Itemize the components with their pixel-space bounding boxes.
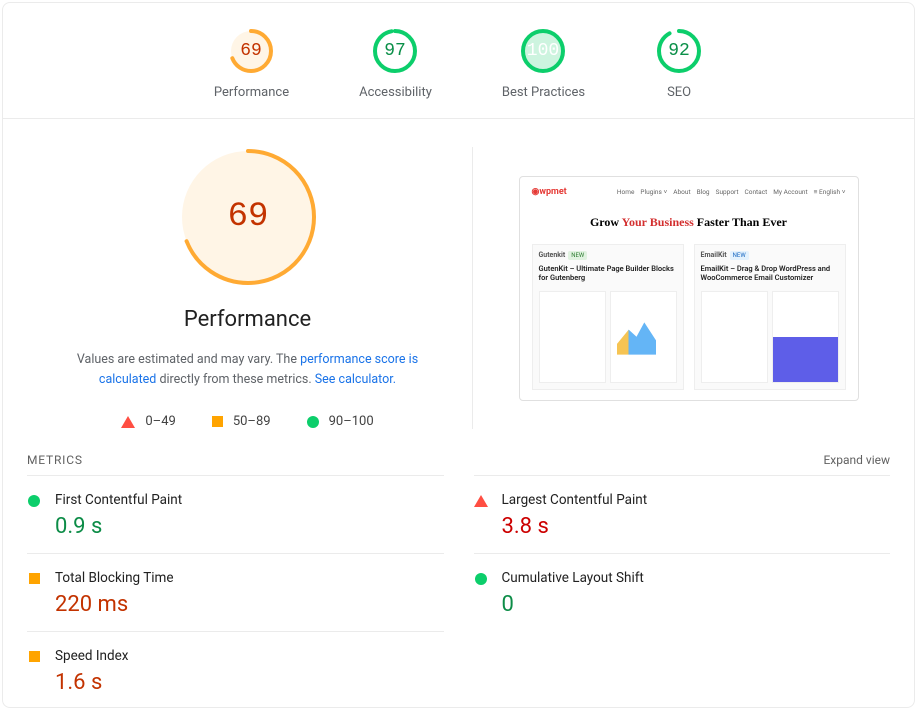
metric-total-blocking-time[interactable]: Total Blocking Time 220 ms bbox=[27, 553, 444, 631]
page-screenshot: ◉wpmet Home Plugins ˅ About Blog Support Cont… bbox=[519, 176, 859, 401]
ss-card: GutenkitNEW GutenKit – Ultimate Page Bui… bbox=[532, 244, 684, 390]
ss-logo: ◉wpmet bbox=[532, 187, 567, 197]
triangle-icon bbox=[121, 416, 135, 428]
ss-mini bbox=[610, 291, 677, 383]
legend-pass: 90–100 bbox=[307, 414, 374, 429]
page-screenshot-column: ◉wpmet Home Plugins ˅ About Blog Support Cont… bbox=[493, 176, 884, 401]
metric-speed-index[interactable]: Speed Index 1.6 s bbox=[27, 631, 444, 709]
metric-value: 0.9 s bbox=[55, 514, 444, 539]
metric-status-icon bbox=[474, 492, 488, 539]
metric-value: 0 bbox=[502, 592, 891, 617]
ss-nav-item: Home bbox=[617, 188, 635, 196]
gauge-label: SEO bbox=[667, 85, 691, 100]
metric-status-icon bbox=[474, 570, 488, 617]
category-gauges-row: 69 Performance 97 Accessibility 100 Best… bbox=[3, 3, 914, 119]
ss-card-title: EmailKit – Drag & Drop WordPress and Woo… bbox=[701, 264, 839, 284]
ss-nav: Home Plugins ˅ About Blog Support Contact My A… bbox=[617, 188, 846, 196]
gauge-label: Best Practices bbox=[502, 85, 585, 100]
ss-card-title: GutenKit – Ultimate Page Builder Blocks … bbox=[539, 264, 677, 284]
svg-text:69: 69 bbox=[227, 198, 268, 236]
ss-card-body bbox=[539, 291, 677, 383]
legend-label: 50–89 bbox=[233, 414, 271, 429]
svg-text:97: 97 bbox=[385, 41, 407, 61]
ss-nav-item: ≡ English ˅ bbox=[814, 188, 846, 196]
metric-largest-contentful-paint[interactable]: Largest Contentful Paint 3.8 s bbox=[474, 475, 891, 553]
gauge-seo[interactable]: 92 SEO bbox=[655, 27, 703, 100]
metrics-header: METRICS Expand view bbox=[3, 439, 914, 475]
see-calculator-link[interactable]: See calculator. bbox=[315, 372, 396, 387]
metric-status-icon bbox=[27, 492, 41, 539]
gauge-accessibility[interactable]: 97 Accessibility bbox=[359, 27, 432, 100]
performance-main-section: 69 Performance Values are estimated and … bbox=[3, 119, 914, 439]
ss-mini bbox=[539, 291, 606, 383]
performance-heading: Performance bbox=[184, 307, 311, 332]
legend-label: 0–49 bbox=[145, 414, 175, 429]
legend-label: 90–100 bbox=[329, 414, 374, 429]
ss-hero: Grow Your Business Faster Than Ever bbox=[532, 215, 846, 230]
ss-nav-item: Blog bbox=[697, 188, 710, 196]
circle-icon bbox=[307, 416, 319, 428]
disclaimer-text: Values are estimated and may vary. The bbox=[77, 352, 300, 367]
ss-card-name: EmailKitNEW bbox=[701, 251, 839, 260]
metric-body: Speed Index 1.6 s bbox=[55, 648, 444, 695]
ss-card-body bbox=[701, 291, 839, 383]
metrics-title: METRICS bbox=[27, 453, 83, 467]
ss-card-name: GutenkitNEW bbox=[539, 251, 677, 260]
metric-name: Speed Index bbox=[55, 648, 444, 664]
disclaimer-text: directly from these metrics. bbox=[156, 372, 314, 387]
metric-first-contentful-paint[interactable]: First Contentful Paint 0.9 s bbox=[27, 475, 444, 553]
ss-nav-item: Plugins ˅ bbox=[640, 188, 667, 196]
metric-body: Largest Contentful Paint 3.8 s bbox=[502, 492, 891, 539]
ss-hero-text: Grow bbox=[590, 215, 622, 229]
score-legend: 0–49 50–89 90–100 bbox=[121, 414, 373, 429]
performance-summary: 69 Performance Values are estimated and … bbox=[33, 147, 473, 429]
ss-cards: GutenkitNEW GutenKit – Ultimate Page Bui… bbox=[532, 244, 846, 390]
metric-body: First Contentful Paint 0.9 s bbox=[55, 492, 444, 539]
svg-text:69: 69 bbox=[241, 41, 263, 61]
ss-nav-item: Contact bbox=[745, 188, 768, 196]
metric-status-icon bbox=[27, 648, 41, 695]
ss-mini bbox=[772, 291, 839, 383]
ss-nav-item: About bbox=[673, 188, 690, 196]
square-icon bbox=[212, 416, 223, 427]
metric-cumulative-layout-shift[interactable]: Cumulative Layout Shift 0 bbox=[474, 553, 891, 631]
legend-fail: 0–49 bbox=[121, 414, 175, 429]
metric-name: Cumulative Layout Shift bbox=[502, 570, 891, 586]
ss-header: ◉wpmet Home Plugins ˅ About Blog Support Cont… bbox=[532, 187, 846, 197]
report-container: 69 Performance 97 Accessibility 100 Best… bbox=[2, 2, 915, 708]
gauge-label: Performance bbox=[214, 85, 289, 100]
ss-badge: NEW bbox=[730, 251, 749, 260]
gauge-performance[interactable]: 69 Performance bbox=[214, 27, 289, 100]
ss-card: EmailKitNEW EmailKit – Drag & Drop WordP… bbox=[694, 244, 846, 390]
metric-body: Total Blocking Time 220 ms bbox=[55, 570, 444, 617]
performance-gauge-large: 69 bbox=[178, 147, 318, 291]
ss-nav-item: Support bbox=[716, 188, 739, 196]
metric-name: Total Blocking Time bbox=[55, 570, 444, 586]
svg-text:92: 92 bbox=[668, 41, 690, 61]
metric-value: 220 ms bbox=[55, 592, 444, 617]
ss-mini bbox=[701, 291, 768, 383]
gauge-best-practices[interactable]: 100 Best Practices bbox=[502, 27, 585, 100]
gauge-label: Accessibility bbox=[359, 85, 432, 100]
metric-status-icon bbox=[27, 570, 41, 617]
legend-average: 50–89 bbox=[212, 414, 271, 429]
ss-badge: NEW bbox=[568, 251, 587, 260]
performance-disclaimer: Values are estimated and may vary. The p… bbox=[58, 350, 438, 390]
svg-text:100: 100 bbox=[527, 41, 559, 61]
ss-hero-accent: Your Business bbox=[622, 215, 694, 229]
expand-view-toggle[interactable]: Expand view bbox=[823, 453, 890, 467]
metric-value: 3.8 s bbox=[502, 514, 891, 539]
metric-name: Largest Contentful Paint bbox=[502, 492, 891, 508]
metric-body: Cumulative Layout Shift 0 bbox=[502, 570, 891, 617]
ss-hero-text: Faster Than Ever bbox=[694, 215, 787, 229]
metric-name: First Contentful Paint bbox=[55, 492, 444, 508]
metrics-grid: First Contentful Paint 0.9 s Largest Con… bbox=[3, 475, 914, 709]
metric-value: 1.6 s bbox=[55, 670, 444, 695]
ss-nav-item: My Account bbox=[773, 188, 807, 196]
